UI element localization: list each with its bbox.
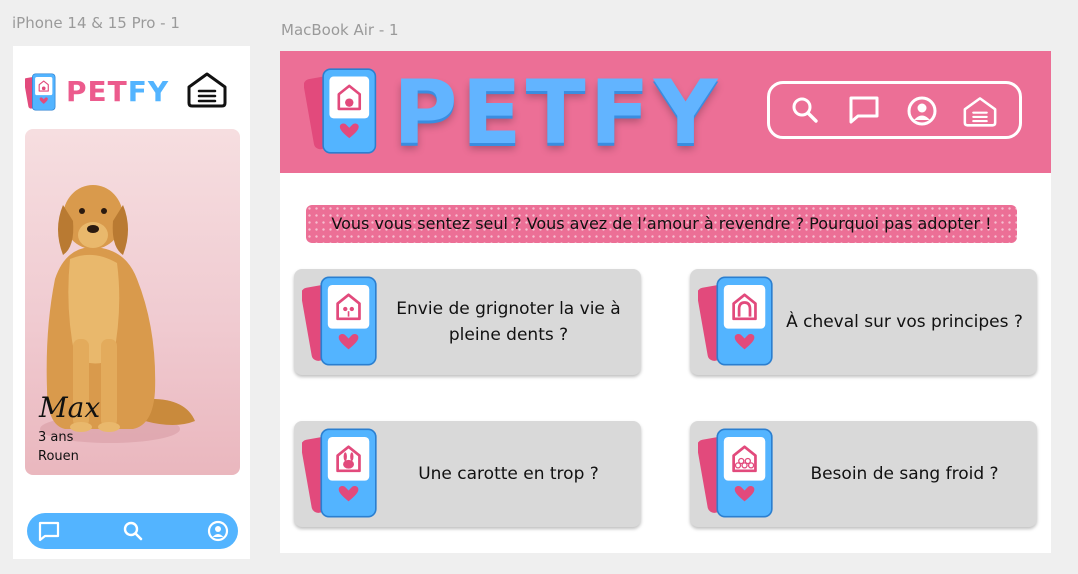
phone-frame: PETFY Max 3 ans Rouen — [13, 46, 250, 559]
search-icon[interactable] — [122, 520, 144, 542]
category-text: À cheval sur vos principes ? — [786, 312, 1023, 332]
rabbit-icon — [302, 428, 378, 518]
bottom-nav-bar — [27, 513, 238, 549]
rodent-icon — [302, 276, 378, 366]
reptile-scales-icon — [698, 428, 774, 518]
petfy-logo-icon — [25, 73, 56, 111]
category-card-rodent[interactable]: Envie de grignoter la vie à pleine dents… — [294, 269, 641, 375]
category-card-horse[interactable]: À cheval sur vos principes ? — [690, 269, 1037, 375]
category-text: Une carotte en trop ? — [418, 464, 599, 484]
app-title: PETFY — [66, 75, 169, 108]
petfy-logo-icon — [304, 67, 377, 155]
mac-frame-label: MacBook Air - 1 — [281, 21, 399, 39]
category-text: Besoin de sang froid ? — [810, 464, 999, 484]
mac-frame: PETFY Vous vous sentez seul ? Vous avez … — [280, 51, 1051, 553]
house-menu-icon[interactable] — [186, 70, 228, 108]
house-menu-icon[interactable] — [962, 95, 998, 127]
adoption-banner: Vous vous sentez seul ? Vous avez de l’a… — [306, 205, 1017, 243]
app-title-part2: FY — [127, 75, 170, 108]
pet-name: Max — [39, 391, 101, 424]
profile-icon[interactable] — [207, 520, 229, 542]
chat-icon[interactable] — [37, 520, 61, 542]
category-card-rabbit[interactable]: Une carotte en trop ? — [294, 421, 641, 527]
pet-profile-card[interactable]: Max 3 ans Rouen — [25, 129, 240, 475]
chat-icon[interactable] — [848, 95, 880, 125]
category-card-reptile[interactable]: Besoin de sang froid ? — [690, 421, 1037, 527]
pet-age: 3 ans — [38, 430, 74, 445]
category-text: Envie de grignoter la vie à pleine dents… — [396, 299, 621, 345]
phone-frame-label: iPhone 14 & 15 Pro - 1 — [12, 14, 180, 32]
pet-city: Rouen — [38, 449, 79, 464]
horseshoe-icon — [698, 276, 774, 366]
profile-icon[interactable] — [906, 95, 938, 127]
search-icon[interactable] — [790, 95, 820, 125]
header-toolbar — [767, 81, 1022, 139]
site-title: PETFY — [393, 61, 722, 164]
app-title-part1: PET — [66, 75, 128, 108]
site-header: PETFY — [280, 51, 1051, 173]
